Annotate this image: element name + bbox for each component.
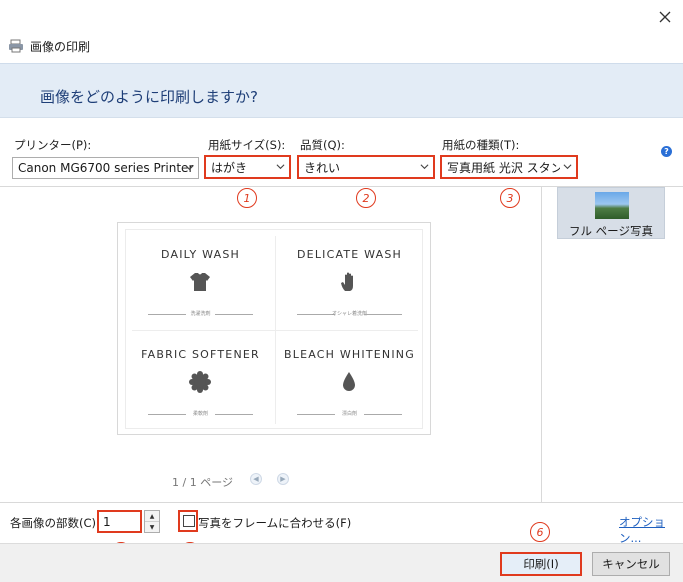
label-cell: DELICATE WASH オシャレ着洗剤: [275, 230, 424, 330]
paper-type-label: 用紙の種類(T):: [442, 138, 520, 152]
page-title: 画像をどのように印刷しますか?: [40, 88, 258, 106]
tshirt-icon: [190, 273, 210, 291]
window-title: 画像の印刷: [30, 39, 91, 54]
divider: [541, 186, 542, 502]
footer: 印刷(I) キャンセル: [0, 543, 683, 582]
chevron-down-icon: [563, 164, 572, 170]
stepper-up-icon[interactable]: ▲: [145, 511, 159, 522]
copies-stepper[interactable]: ▲ ▼: [144, 510, 160, 533]
annotation-marker: 2: [356, 188, 376, 208]
fit-to-frame-label[interactable]: 写真をフレームに合わせる(F): [198, 515, 351, 531]
copies-value: 1: [103, 514, 111, 529]
help-icon[interactable]: ?: [661, 146, 672, 157]
hand-icon: [341, 272, 353, 291]
label-cell: FABRIC SOFTENER 柔軟剤: [126, 330, 275, 430]
options-link[interactable]: オプション...: [619, 514, 683, 546]
copies-input[interactable]: 1: [97, 510, 142, 533]
printer-label: プリンター(P):: [14, 138, 92, 152]
paper-size-value: はがき: [211, 160, 248, 175]
label-cell: BLEACH WHITENING 漂白剤: [275, 330, 424, 430]
printer-select-value: Canon MG6700 series Printer: [18, 161, 194, 175]
header-band: 画像をどのように印刷しますか?: [0, 63, 683, 118]
paper-size-label: 用紙サイズ(S):: [208, 138, 286, 152]
chevron-right-icon: ▶: [280, 475, 286, 483]
chevron-down-icon: [420, 164, 429, 170]
label-title: BLEACH WHITENING: [284, 348, 415, 361]
chevron-left-icon: ◀: [253, 475, 259, 483]
stepper-down-icon[interactable]: ▼: [145, 522, 159, 533]
printer-select[interactable]: Canon MG6700 series Printer: [12, 157, 199, 179]
quality-label: 品質(Q):: [300, 138, 345, 152]
title-bar: 画像の印刷: [8, 37, 90, 55]
label-title: FABRIC SOFTENER: [141, 348, 260, 361]
print-button-label: 印刷(I): [523, 557, 559, 571]
postcard-preview: DAILY WASH 洗濯洗剤 DELICATE WASH オシャレ着洗剤 FA…: [125, 229, 423, 429]
label-cell: DAILY WASH 洗濯洗剤: [126, 230, 275, 330]
print-preview: DAILY WASH 洗濯洗剤 DELICATE WASH オシャレ着洗剤 FA…: [117, 222, 431, 435]
close-icon: [659, 11, 671, 23]
cancel-button-label: キャンセル: [602, 557, 660, 571]
annotation-marker: 6: [530, 522, 550, 542]
page-indicator: 1 / 1 ページ: [172, 476, 233, 489]
chevron-down-icon: [276, 164, 285, 170]
printer-icon: [9, 39, 23, 53]
close-button[interactable]: [652, 6, 678, 28]
fit-to-frame-checkbox-wrapper: [178, 510, 198, 532]
landscape-photo-icon: [595, 192, 629, 219]
fit-to-frame-checkbox[interactable]: [183, 515, 195, 527]
quality-select[interactable]: きれい: [297, 155, 435, 179]
label-title: DAILY WASH: [161, 248, 240, 261]
quality-value: きれい: [304, 160, 341, 175]
print-button[interactable]: 印刷(I): [500, 552, 582, 576]
cancel-button[interactable]: キャンセル: [592, 552, 670, 576]
paper-size-select[interactable]: はがき: [204, 155, 291, 179]
layout-option-full-page[interactable]: フル ページ写真: [557, 187, 665, 239]
divider: [0, 502, 683, 503]
print-pictures-dialog: 画像の印刷 画像をどのように印刷しますか? プリンター(P): 用紙サイズ(S)…: [0, 0, 683, 582]
prev-page-button[interactable]: ◀: [250, 473, 262, 485]
chevron-down-icon: [185, 165, 194, 171]
layout-option-label: フル ページ写真: [569, 224, 653, 238]
label-title: DELICATE WASH: [297, 248, 402, 261]
flower-icon: [189, 371, 211, 393]
annotation-marker: 1: [237, 188, 257, 208]
paper-type-value: 写真用紙 光沢 スタンダ: [447, 160, 560, 175]
copies-label: 各画像の部数(C):: [10, 516, 100, 530]
paper-type-select[interactable]: 写真用紙 光沢 スタンダ: [440, 155, 578, 179]
drop-icon: [343, 372, 355, 391]
next-page-button[interactable]: ▶: [277, 473, 289, 485]
annotation-marker: 3: [500, 188, 520, 208]
